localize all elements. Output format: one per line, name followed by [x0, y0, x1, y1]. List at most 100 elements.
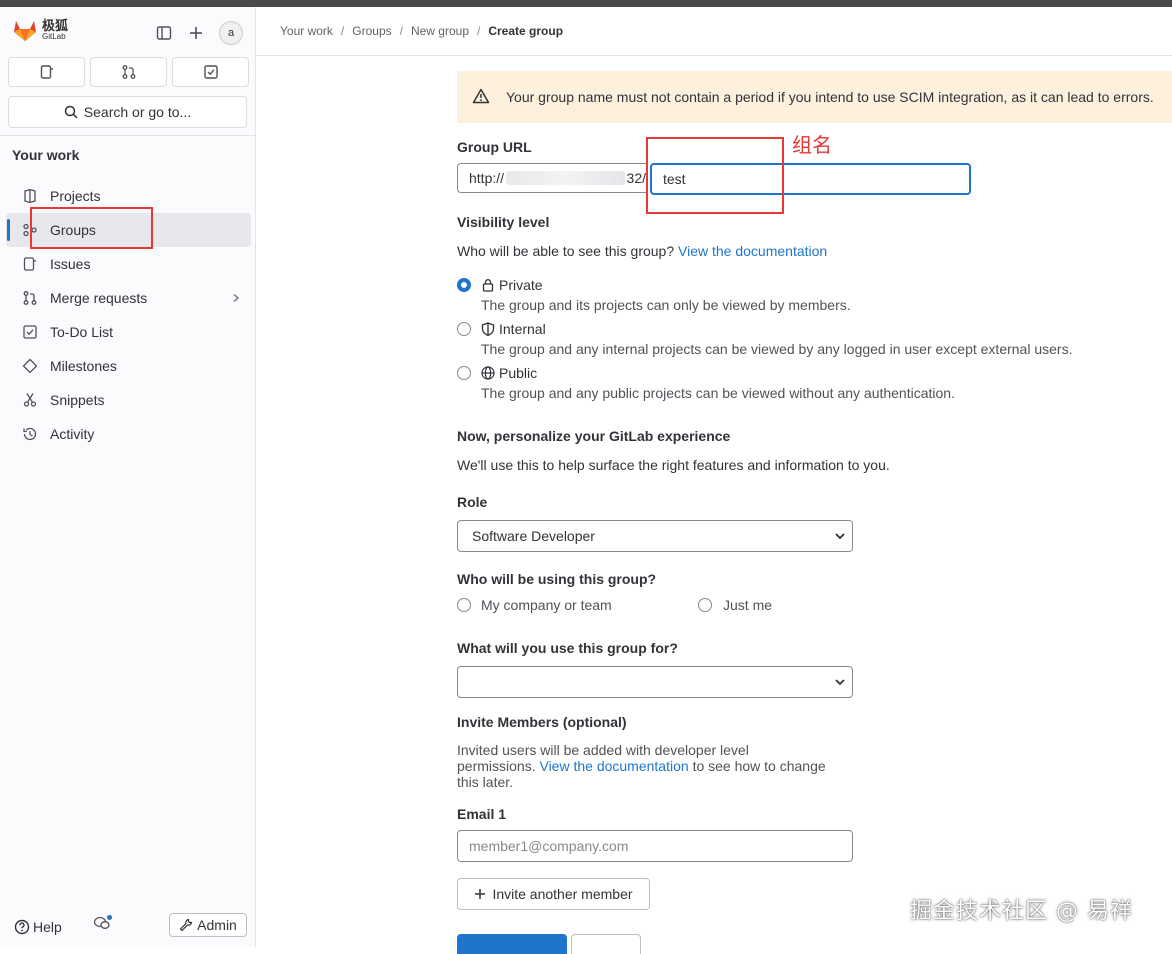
milestone-icon — [22, 358, 38, 374]
visibility-internal-desc: The group and any internal projects can … — [481, 341, 1073, 357]
group-url-prefix: http:// 32/ — [457, 163, 646, 193]
chevron-right-icon — [231, 290, 241, 306]
url-prefix-end: 32/ — [626, 170, 646, 186]
create-group-button[interactable] — [457, 934, 567, 954]
who-company-radio[interactable] — [457, 598, 471, 612]
invite-title: Invite Members (optional) — [457, 714, 627, 730]
search-icon — [64, 105, 78, 119]
todo-button[interactable] — [172, 57, 249, 87]
sidebar-item-label: Snippets — [50, 392, 105, 408]
annotation-highlight-groups — [30, 207, 153, 249]
project-icon — [22, 188, 38, 204]
who-label: Who will be using this group? — [457, 571, 657, 587]
cancel-button[interactable] — [571, 934, 641, 954]
role-label: Role — [457, 494, 488, 510]
watermark: 掘金技术社区 @ 易祥 — [910, 899, 1133, 924]
sidebar-item-merge-requests[interactable]: Merge requests — [6, 281, 251, 315]
wrench-icon — [179, 918, 193, 932]
group-url-label: Group URL — [457, 139, 532, 155]
annotation-label: 组名 — [792, 133, 832, 157]
merge-request-icon — [22, 290, 38, 306]
visibility-private-option[interactable]: Private — [481, 277, 543, 293]
sidebar: 极狐 GitLab a Search or go to... Your work — [0, 7, 256, 947]
role-selected-value: Software Developer — [472, 528, 595, 544]
sidebar-item-snippets[interactable]: Snippets — [6, 383, 251, 417]
invite-doc-link[interactable]: View the documentation — [539, 758, 688, 774]
invite-desc: Invited users will be added with develop… — [457, 742, 826, 790]
plus-icon — [475, 889, 486, 899]
snippet-icon — [22, 392, 38, 408]
brand-logo[interactable]: 极狐 GitLab — [12, 18, 68, 42]
chevron-down-icon — [833, 675, 847, 692]
sidebar-item-label: Projects — [50, 188, 101, 204]
sidebar-item-todo-list[interactable]: To-Do List — [6, 315, 251, 349]
visibility-public-desc: The group and any public projects can be… — [481, 385, 955, 401]
who-just-me-radio[interactable] — [698, 598, 712, 612]
sidebar-item-label: Merge requests — [50, 290, 148, 306]
issues-icon — [40, 65, 53, 79]
use-select[interactable] — [457, 666, 853, 698]
help-button[interactable]: Help — [14, 919, 62, 935]
visibility-doc-link[interactable]: View the documentation — [678, 243, 827, 259]
admin-label: Admin — [197, 917, 237, 933]
create-new-icon[interactable] — [187, 24, 205, 42]
sidebar-item-milestones[interactable]: Milestones — [6, 349, 251, 383]
warning-alert: Your group name must not contain a perio… — [457, 71, 1172, 123]
search-button[interactable]: Search or go to... — [8, 96, 247, 128]
issues-icon — [22, 256, 38, 272]
breadcrumb-your-work[interactable]: Your work — [280, 24, 333, 38]
warning-icon — [472, 88, 490, 107]
brand-name-cn: 极狐 — [42, 18, 69, 33]
use-label: What will you use this group for? — [457, 640, 678, 656]
earth-icon — [481, 366, 495, 380]
breadcrumb-groups[interactable]: Groups — [352, 24, 391, 38]
sidebar-item-label: To-Do List — [50, 324, 114, 340]
help-label: Help — [33, 919, 62, 935]
window-top-strip — [0, 0, 1172, 7]
sidebar-item-activity[interactable]: Activity — [6, 417, 251, 451]
email-label: Email 1 — [457, 806, 507, 822]
alert-text: Your group name must not contain a perio… — [506, 89, 1154, 105]
visibility-label: Visibility level — [457, 214, 550, 230]
brand-name-en: GitLab — [42, 32, 66, 41]
who-company-label[interactable]: My company or team — [481, 597, 612, 613]
search-placeholder: Search or go to... — [83, 104, 192, 120]
visibility-public-radio[interactable] — [457, 366, 471, 380]
todo-icon — [22, 324, 38, 340]
help-icon — [14, 919, 30, 935]
visibility-public-option[interactable]: Public — [481, 365, 537, 381]
sidebar-item-issues[interactable]: Issues — [6, 247, 251, 281]
breadcrumb-new-group[interactable]: New group — [411, 24, 469, 38]
sidebar-divider — [0, 135, 255, 136]
sidebar-toggle-icon[interactable] — [155, 24, 173, 42]
sidebar-section-title: Your work — [12, 147, 80, 163]
sidebar-item-label: Issues — [50, 256, 91, 272]
gitlab-fox-icon — [14, 21, 36, 41]
breadcrumb-create-group[interactable]: Create group — [488, 24, 563, 38]
visibility-internal-radio[interactable] — [457, 322, 471, 336]
redacted-host — [506, 171, 625, 185]
user-avatar[interactable]: a — [219, 21, 243, 45]
chevron-down-icon — [833, 529, 847, 546]
who-just-me-label[interactable]: Just me — [723, 597, 772, 613]
breadcrumb: Your work / Groups / New group / Create … — [280, 24, 564, 38]
visibility-internal-option[interactable]: Internal — [481, 321, 546, 337]
personalize-title: Now, personalize your GitLab experience — [457, 428, 731, 444]
notification-dot — [107, 915, 112, 920]
visibility-private-radio[interactable] — [457, 278, 471, 292]
invite-another-member-button[interactable]: Invite another member — [457, 878, 650, 910]
email-1-input[interactable] — [457, 830, 853, 862]
url-prefix-start: http:// — [469, 170, 505, 186]
merge-request-icon — [122, 65, 135, 79]
visibility-help: Who will be able to see this group? View… — [457, 243, 828, 259]
todo-icon — [203, 65, 218, 79]
lock-icon — [482, 279, 494, 292]
personalize-desc: We'll use this to help surface the right… — [457, 457, 890, 473]
shield-icon — [481, 322, 495, 336]
header-divider — [256, 55, 1172, 56]
merge-requests-button[interactable] — [90, 57, 167, 87]
role-select[interactable]: Software Developer — [457, 520, 853, 552]
visibility-private-desc: The group and its projects can only be v… — [481, 297, 851, 313]
admin-button[interactable]: Admin — [169, 913, 247, 937]
assigned-issues-button[interactable] — [8, 57, 85, 87]
